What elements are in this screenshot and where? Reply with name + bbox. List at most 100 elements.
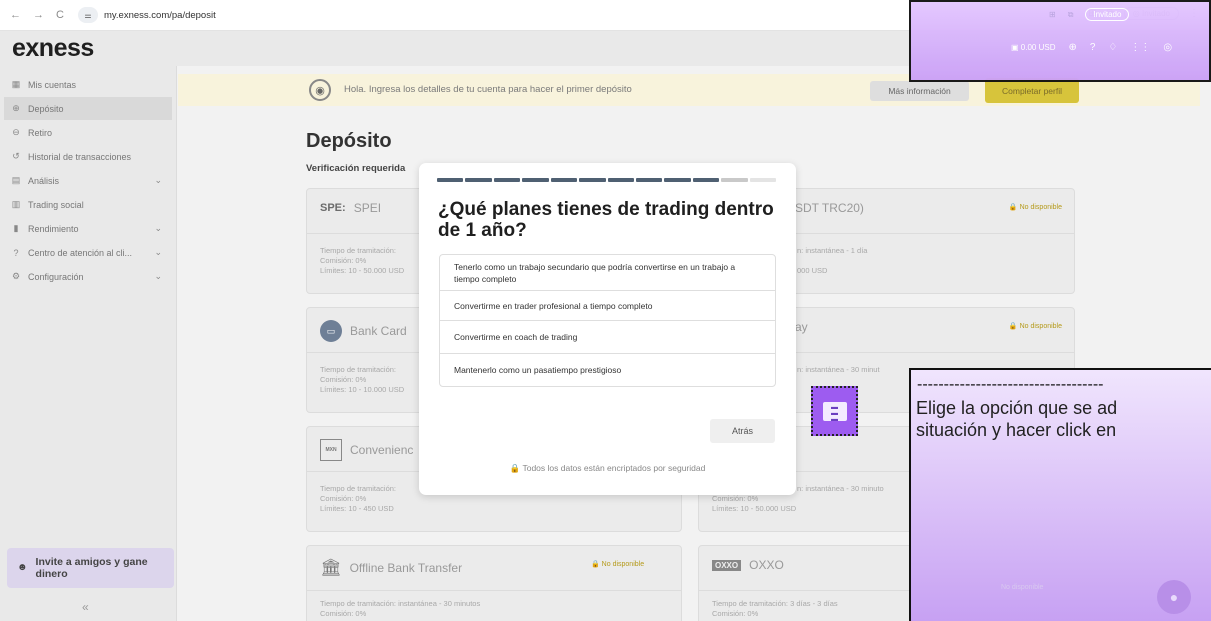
chat-bubble-icon: ▬ ▬ ▬ xyxy=(822,401,847,423)
bell-icon[interactable]: ♢ xyxy=(1108,42,1117,53)
card-processing-time: Tiempo de tramitación: xyxy=(320,246,397,255)
card-title: 🏛 Offline Bank Transfer xyxy=(320,558,462,578)
progress-segment xyxy=(465,178,492,182)
extensions-icon: ⧉ xyxy=(1067,9,1074,19)
card-limits: Límites: 10 - 10.000 USD xyxy=(320,385,405,394)
overlay-ghost-status: No disponible xyxy=(1001,584,1044,591)
overlay-instruction-line: Elige la opción que se ad xyxy=(916,398,1118,418)
back-button[interactable]: Atrás xyxy=(710,419,775,443)
card-name: SDT TRC20) xyxy=(795,201,864,215)
reload-icon[interactable]: C xyxy=(56,9,64,21)
card-title: ay xyxy=(795,320,808,334)
sidebar-item-label: Depósito xyxy=(28,103,64,114)
card-processing-time: Tiempo de tramitación: instantánea - 30 … xyxy=(320,599,481,608)
store-icon: MXN xyxy=(320,439,342,461)
card-limits: Límites: 10 - 50.000 USD xyxy=(712,504,797,513)
not-available-badge: 🔒 No disponible xyxy=(591,561,645,568)
header-actions: ▣ 0.00 USD ⊕ ? ♢ ⋮⋮ ◎ xyxy=(1011,42,1172,53)
more-info-button[interactable]: Más información xyxy=(870,81,969,101)
card-name: ay xyxy=(795,320,808,334)
help-icon: ? xyxy=(13,247,19,258)
sidebar-item-label: Rendimiento xyxy=(28,223,79,234)
chat-highlight[interactable]: ▬ ▬ ▬ xyxy=(811,386,858,436)
wallet-balance[interactable]: ▣ 0.00 USD xyxy=(1011,43,1055,52)
card-name: Offline Bank Transfer xyxy=(349,561,463,575)
card-fee: Comisión: 0% xyxy=(320,375,367,384)
card-fee: Comisión: 0% xyxy=(712,494,759,503)
sidebar: ▦ Mis cuentas ⊕ Depósito ⊖ Retiro ↺ Historial d… xyxy=(0,66,177,621)
sidebar-item[interactable]: ▦ Mis cuentas xyxy=(4,73,172,96)
address-bar[interactable]: ⚌ my.exness.com/pa/deposit xyxy=(77,7,216,23)
answer-option[interactable]: Mantenerlo como un pasatiempo prestigios… xyxy=(440,354,775,386)
card-title: SPE: SPEI xyxy=(320,201,381,215)
card-limits: Límites: 10 - 50.000 USD xyxy=(320,266,405,275)
sidebar-item[interactable]: ▤ Análisis ⌄ xyxy=(4,169,172,192)
card-title: ▭ Bank Card xyxy=(320,320,407,342)
progress-segment xyxy=(437,178,464,182)
sidebar-item-label: Trading social xyxy=(28,199,84,210)
progress-segment xyxy=(635,178,663,182)
answer-option[interactable]: Convertirme en trader profesional a tiem… xyxy=(440,291,775,321)
card-processing-time: Tiempo de tramitación: xyxy=(320,484,397,493)
invite-label: Invite a amigos y gane dinero xyxy=(35,555,148,580)
lock-icon: 🔒 xyxy=(509,463,521,473)
progress-segment xyxy=(692,178,720,182)
chevron-down-icon: ⌄ xyxy=(154,271,162,281)
progress-segment xyxy=(522,178,549,182)
sidebar-item[interactable]: ⊖ Retiro xyxy=(4,121,172,144)
chevron-down-icon: ⌄ xyxy=(154,247,162,257)
progress-segment xyxy=(493,178,521,182)
sidebar-item[interactable]: ▥ Trading social xyxy=(4,193,172,216)
chat-button-icon[interactable]: ● xyxy=(1157,580,1191,614)
forward-arrow-icon[interactable]: → xyxy=(33,9,44,21)
card-limits: Límites: 10 - 450 USD xyxy=(320,504,394,513)
answer-option[interactable]: Convertirme en coach de trading xyxy=(440,321,775,354)
progress-segment xyxy=(607,178,634,182)
invite-friends-button[interactable]: ☻ Invite a amigos y gane dinero xyxy=(7,548,174,588)
card-processing-time: n: instantánea - 1 día xyxy=(797,246,868,255)
back-arrow-icon[interactable]: ← xyxy=(10,9,21,21)
sidebar-item[interactable]: ⊕ Depósito xyxy=(4,97,172,120)
card-processing-time: Tiempo de tramitación: 3 días - 3 días xyxy=(712,599,838,608)
apps-grid-icon[interactable]: ⋮⋮ xyxy=(1130,42,1150,53)
card-fee: Comisión: 0% xyxy=(320,256,367,265)
card-fee: Comisión: 0% xyxy=(320,494,367,503)
social-trading-icon: ▥ xyxy=(11,199,21,209)
info-icon: ◉ xyxy=(309,79,331,101)
balance-text: 0.00 USD xyxy=(1020,43,1056,52)
collapse-sidebar-icon[interactable]: « xyxy=(82,600,89,614)
oxxo-logo: OXXO xyxy=(712,559,742,571)
overlay-annotation-top: ⊞ ⧉ Invitado ▣ 0.00 USD ⊕ ? ♢ ⋮⋮ ◎ xyxy=(909,0,1211,82)
progress-segment xyxy=(721,178,748,182)
answer-option[interactable]: Tenerlo como un trabajo secundario que p… xyxy=(440,255,775,291)
card-fee: Comisión: 0% xyxy=(712,609,759,618)
site-settings-icon[interactable]: ⚌ xyxy=(77,7,98,23)
sidebar-item[interactable]: ⚙ Configuración ⌄ xyxy=(4,265,172,288)
sidebar-item-label: Análisis xyxy=(28,175,60,186)
verification-required-label: Verificación requerida xyxy=(306,163,406,174)
card-processing-time: n: instantánea - 30 minuto xyxy=(797,484,884,493)
sidebar-item[interactable]: ? Centro de atención al cli... ⌄ xyxy=(4,241,172,264)
sidebar-nav: ▦ Mis cuentas ⊕ Depósito ⊖ Retiro ↺ Historial d… xyxy=(0,73,176,288)
sidebar-item[interactable]: ▮ Rendimiento ⌄ xyxy=(4,217,172,240)
browser-nav: ← → C xyxy=(10,9,64,21)
sidebar-item[interactable]: ↺ Historial de transacciones xyxy=(4,145,172,168)
payment-card-offline-bank-transfer[interactable]: 🏛 Offline Bank Transfer 🔒 No disponible … xyxy=(306,545,682,621)
account-icon[interactable]: ◎ xyxy=(1163,42,1172,53)
sidebar-item-label: Configuración xyxy=(28,271,84,282)
answer-option-label: Convertirme en trader profesional a tiem… xyxy=(454,300,653,311)
progress-segment xyxy=(550,178,578,182)
card-processing-time: Tiempo de tramitación: xyxy=(320,365,397,374)
bank-icon: 🏛 xyxy=(320,558,342,577)
trading-plans-dialog: ¿Qué planes tienes de trading dentro de … xyxy=(419,163,796,495)
exness-logo[interactable]: exness xyxy=(12,34,94,63)
overlay-instruction: Elige la opción que se ad situación y hac… xyxy=(916,397,1211,441)
history-icon: ↺ xyxy=(12,151,20,161)
globe-icon[interactable]: ⊕ xyxy=(1068,42,1076,53)
translate-icon: ⊞ xyxy=(1049,10,1056,19)
security-note: 🔒 Todos los datos están encriptados por … xyxy=(419,463,796,474)
help-icon[interactable]: ? xyxy=(1090,42,1096,53)
progress-segment xyxy=(579,178,606,182)
card-title: OXXO OXXO xyxy=(712,558,784,572)
card-limits: 000 USD xyxy=(797,266,828,275)
